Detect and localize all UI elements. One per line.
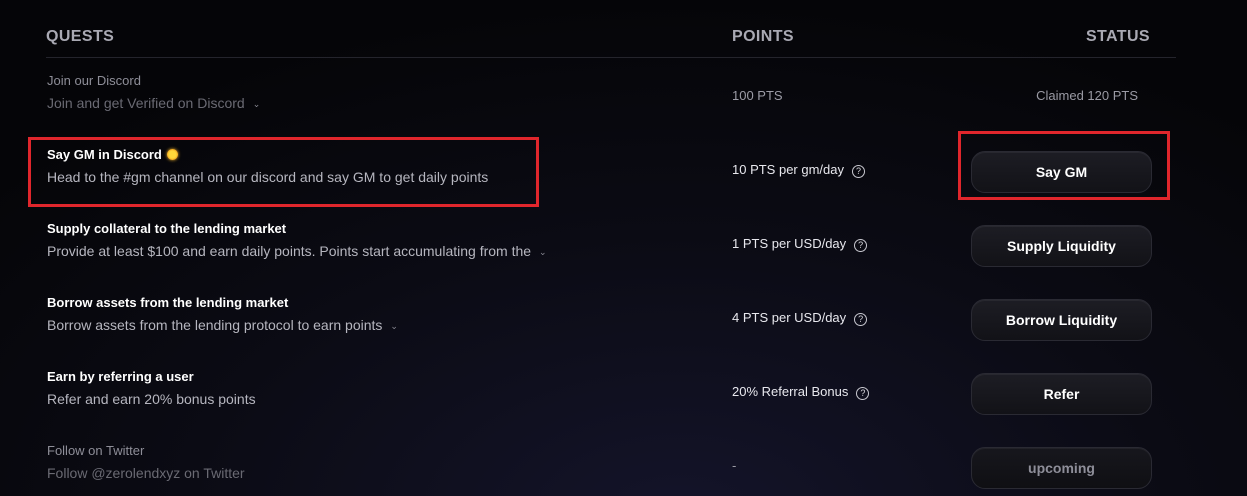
quest-row-say-gm: Say GM in Discord Head to the #gm channe… — [0, 137, 1247, 211]
quest-row-supply: Supply collateral to the lending market … — [0, 211, 1247, 285]
info-icon[interactable]: ? — [854, 313, 868, 326]
quest-description: Provide at least $100 and earn daily poi… — [47, 243, 532, 259]
quest-description: Follow @zerolendxyz on Twitter — [47, 465, 245, 481]
quest-points-text: 1 PTS per USD/day — [732, 236, 847, 251]
quest-row-referral: Earn by referring a user Refer and earn … — [0, 359, 1247, 433]
supply-liquidity-button[interactable]: Supply Liquidity — [971, 225, 1152, 267]
quest-description-toggle[interactable]: Borrow assets from the lending protocol … — [47, 317, 398, 333]
borrow-liquidity-button[interactable]: Borrow Liquidity — [971, 299, 1152, 341]
chevron-down-icon[interactable]: ⌄ — [253, 99, 261, 110]
quest-points-text: 10 PTS per gm/day — [732, 162, 844, 177]
chevron-down-icon[interactable]: ⌄ — [390, 321, 398, 332]
status-column-header: STATUS — [1085, 28, 1150, 45]
sun-emoji-icon — [166, 149, 178, 160]
quest-title: Earn by referring a user — [47, 369, 194, 384]
info-icon[interactable]: ? — [856, 387, 870, 400]
quest-title-text: Say GM in Discord — [47, 147, 162, 162]
quest-points-text: 20% Referral Bonus — [732, 384, 849, 399]
quest-points-text: 4 PTS per USD/day — [732, 310, 847, 325]
chevron-down-icon[interactable]: ⌄ — [539, 247, 547, 258]
quest-points: 10 PTS per gm/day? — [732, 162, 865, 178]
quest-description: Join and get Verified on Discord — [47, 95, 245, 111]
quest-description-toggle[interactable]: Join and get Verified on Discord ⌄ — [47, 95, 260, 111]
refer-button[interactable]: Refer — [971, 373, 1152, 415]
quest-points: 100 PTS — [732, 88, 783, 103]
table-header: QUESTS POINTS STATUS — [46, 24, 1176, 58]
quest-title: Say GM in Discord — [47, 147, 178, 162]
quest-points: 1 PTS per USD/day? — [732, 236, 868, 252]
quest-points: 20% Referral Bonus? — [732, 384, 870, 400]
quest-description: Head to the #gm channel on our discord a… — [47, 169, 489, 185]
quest-points: - — [732, 458, 737, 473]
upcoming-button[interactable]: upcoming — [971, 447, 1152, 489]
quest-title: Supply collateral to the lending market — [47, 221, 287, 236]
quest-row-discord: Join our Discord Join and get Verified o… — [0, 63, 1247, 137]
say-gm-button[interactable]: Say GM — [971, 151, 1152, 193]
quest-title: Follow on Twitter — [47, 443, 145, 458]
quest-row-borrow: Borrow assets from the lending market Bo… — [0, 285, 1247, 359]
info-icon[interactable]: ? — [852, 165, 865, 178]
quest-description-toggle[interactable]: Provide at least $100 and earn daily poi… — [47, 243, 547, 259]
quests-page: QUESTS POINTS STATUS Join our Discord Jo… — [0, 0, 1247, 496]
quest-title: Join our Discord — [47, 73, 141, 88]
claimed-status: Claimed 120 PTS — [1036, 88, 1138, 103]
quest-points: 4 PTS per USD/day? — [732, 310, 868, 326]
info-icon[interactable]: ? — [854, 239, 868, 252]
quest-title: Borrow assets from the lending market — [47, 295, 289, 310]
points-column-header: POINTS — [732, 28, 794, 45]
quest-row-twitter: Follow on Twitter Follow @zerolendxyz on… — [0, 433, 1247, 496]
quest-description: Refer and earn 20% bonus points — [47, 391, 256, 407]
quest-description: Borrow assets from the lending protocol … — [47, 317, 383, 333]
quests-column-header: QUESTS — [46, 28, 115, 45]
